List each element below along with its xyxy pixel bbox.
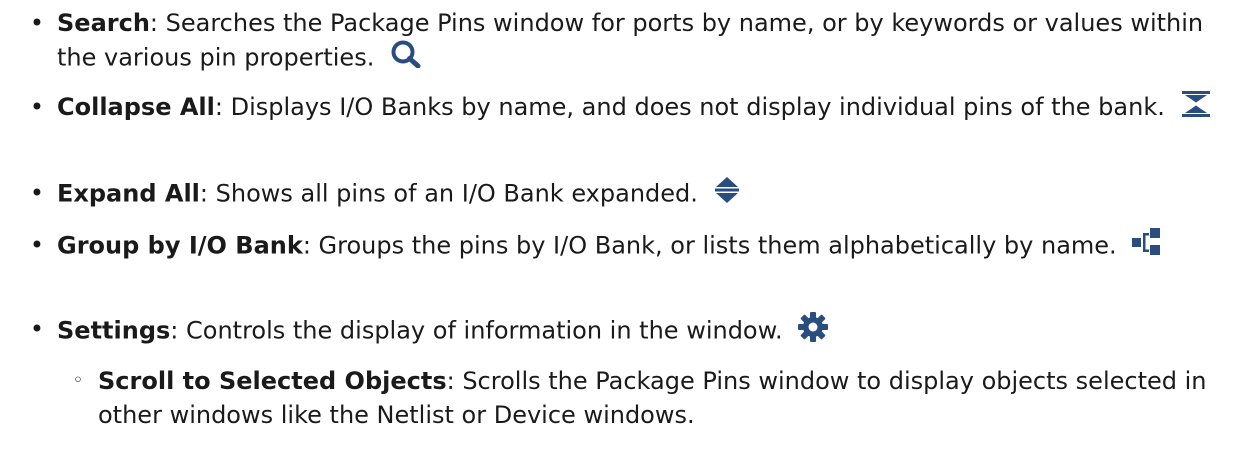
desc-settings: : Controls the display of information in… bbox=[170, 316, 783, 345]
desc-search: : Searches the Package Pins window for p… bbox=[57, 9, 1204, 72]
bullet: • bbox=[29, 179, 45, 207]
desc-expand-all: : Shows all pins of an I/O Bank expanded… bbox=[199, 179, 698, 208]
sub-list-item-scroll-to-selected: ◦ Scroll to Selected Objects: Scrolls th… bbox=[73, 364, 1248, 432]
group-by-bank-icon bbox=[1132, 228, 1162, 265]
list-item-settings: • Settings: Controls the display of info… bbox=[30, 312, 1247, 351]
term-group-by-bank: Group by I/O Bank bbox=[57, 231, 303, 260]
bullet: • bbox=[29, 93, 45, 121]
bullet: • bbox=[29, 315, 45, 343]
term-search: Search bbox=[57, 9, 150, 37]
document: • Search: Searches the Package Pins wind… bbox=[0, 0, 1259, 466]
gear-icon bbox=[798, 312, 829, 351]
desc-group-by-bank: : Groups the pins by I/O Bank, or lists … bbox=[302, 231, 1117, 260]
bullet: • bbox=[29, 231, 45, 259]
sub-bullet: ◦ bbox=[72, 370, 84, 391]
search-icon bbox=[390, 40, 422, 77]
term-collapse-all: Collapse All bbox=[57, 93, 215, 121]
bullet: • bbox=[29, 9, 45, 37]
list-item-group-by-bank: • Group by I/O Bank: Groups the pins by … bbox=[30, 228, 1247, 265]
list-item-collapse-all: • Collapse All: Displays I/O Banks by na… bbox=[30, 90, 1247, 126]
collapse-all-icon bbox=[1181, 90, 1211, 126]
list-item-expand-all: • Expand All: Shows all pins of an I/O B… bbox=[30, 176, 1247, 213]
desc-collapse-all: : Displays I/O Banks by name, and does n… bbox=[214, 93, 1165, 121]
term-scroll-to-selected: Scroll to Selected Objects bbox=[98, 367, 447, 395]
list-item-search: • Search: Searches the Package Pins wind… bbox=[30, 6, 1247, 77]
expand-all-icon bbox=[714, 176, 740, 213]
term-settings: Settings bbox=[57, 316, 171, 345]
term-expand-all: Expand All bbox=[57, 179, 200, 208]
